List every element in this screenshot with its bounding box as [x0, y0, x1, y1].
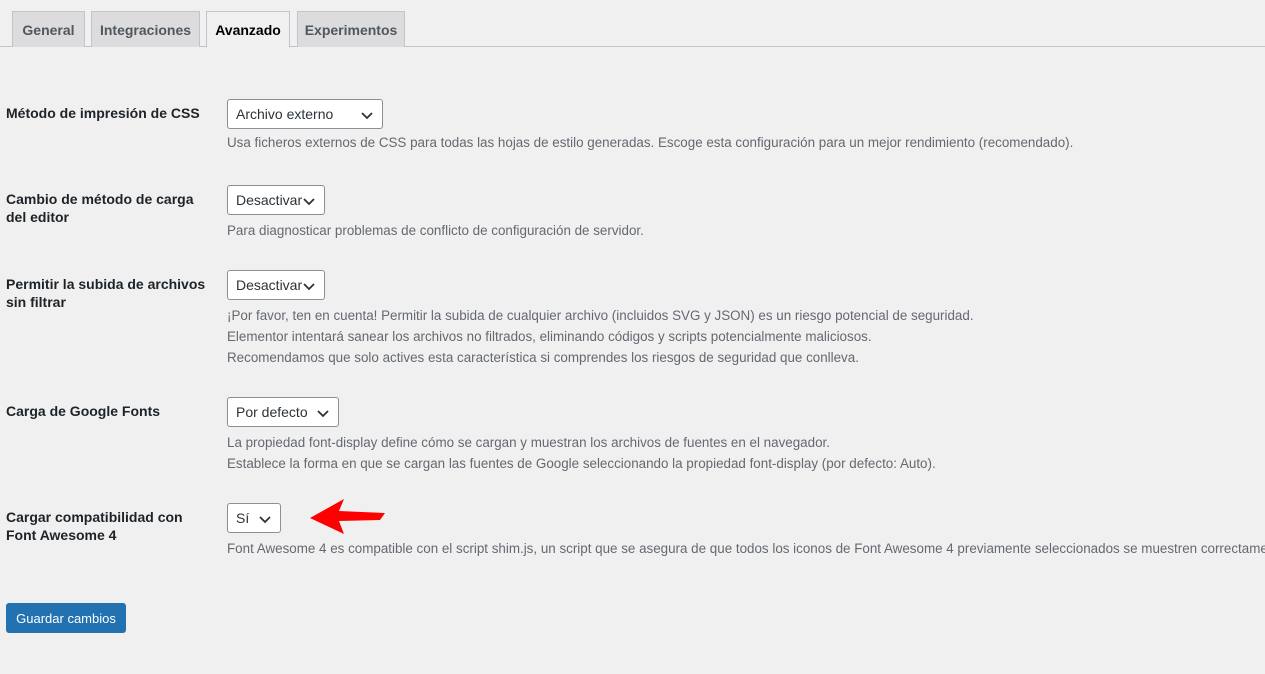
description-line: Font Awesome 4 es compatible con el scri… [227, 541, 1265, 556]
unfiltered-uploads-description: ¡Por favor, ten en cuenta! Permitir la s… [227, 305, 974, 368]
select-value: Por defecto [236, 404, 308, 420]
css-print-method-label: Método de impresión de CSS [6, 105, 200, 121]
description-line: Usa ficheros externos de CSS para todas … [227, 135, 1074, 150]
css-print-method-description: Usa ficheros externos de CSS para todas … [227, 132, 1073, 153]
select-value: Desactivar [236, 277, 303, 293]
google-fonts-label: Carga de Google Fonts [6, 403, 161, 419]
select-value: Archivo externo [236, 106, 334, 122]
tab-label: Integraciones [99, 21, 192, 38]
description-line: Recomendamos que solo actives esta carac… [227, 350, 859, 365]
description-line: La propiedad font-display define cómo se… [227, 435, 830, 450]
chevron-down-icon [317, 410, 329, 418]
tab-label: Avanzado [215, 21, 281, 38]
select-value: Desactivar [236, 192, 303, 208]
chevron-down-icon [303, 198, 315, 206]
font-awesome-compat-description: Font Awesome 4 es compatible con el scri… [227, 538, 1265, 559]
editor-load-method-label: Cambio de método de carga del editor [6, 191, 194, 225]
editor-load-method-select[interactable]: Desactivar [227, 185, 325, 215]
tab-label: General [22, 21, 75, 38]
red-arrow-icon [310, 499, 385, 534]
google-fonts-select[interactable]: Por defecto [227, 397, 339, 427]
tab-avanzado[interactable]: Avanzado [206, 11, 290, 48]
chevron-down-icon [259, 516, 271, 524]
chevron-down-icon [303, 283, 315, 291]
save-changes-button[interactable]: Guardar cambios [6, 603, 126, 633]
font-awesome-compat-label: Cargar compatibilidad con Font Awesome 4 [6, 509, 183, 543]
editor-load-method-description: Para diagnosticar problemas de conflicto… [227, 220, 644, 241]
description-line: Para diagnosticar problemas de conflicto… [227, 223, 644, 238]
google-fonts-description: La propiedad font-display define cómo se… [227, 432, 936, 474]
tab-experimentos[interactable]: Experimentos [297, 11, 405, 47]
save-changes-label: Guardar cambios [16, 610, 116, 626]
description-line: Establece la forma en que se cargan las … [227, 456, 936, 471]
tab-general[interactable]: General [12, 11, 85, 47]
css-print-method-select[interactable]: Archivo externo [227, 99, 383, 129]
unfiltered-uploads-select[interactable]: Desactivar [227, 270, 325, 300]
font-awesome-compat-select[interactable]: Sí [227, 503, 281, 533]
select-value: Sí [236, 510, 250, 526]
tab-integraciones[interactable]: Integraciones [91, 11, 200, 47]
description-line: ¡Por favor, ten en cuenta! Permitir la s… [227, 308, 974, 323]
tab-label: Experimentos [304, 21, 398, 38]
chevron-down-icon [361, 112, 373, 120]
unfiltered-uploads-label: Permitir la subida de archivos sin filtr… [6, 276, 206, 310]
description-line: Elementor intentará sanear los archivos … [227, 329, 872, 344]
settings-tabs: General Integraciones Avanzado Experimen… [0, 0, 1265, 48]
